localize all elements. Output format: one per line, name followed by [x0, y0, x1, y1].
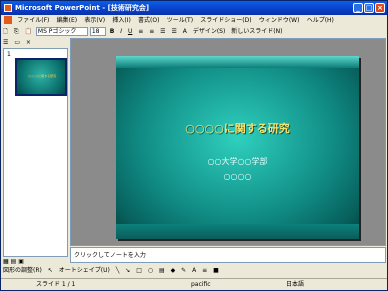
line-icon[interactable]: ╲	[116, 265, 120, 276]
view-buttons: ▦ ▤ ▣	[3, 258, 68, 265]
close-button[interactable]: ×	[375, 3, 385, 13]
drawing-toolbar: 図形の調整(R) ↖ オートシェイプ(U) ╲ ↘ □ ○ ▤ ◆ ✎ A ≡ …	[1, 265, 387, 276]
text-color-icon[interactable]: A	[192, 265, 196, 276]
slide-thumbnail[interactable]: ○○○○に関する研究	[15, 58, 67, 96]
align-center-icon[interactable]: ≡	[149, 26, 154, 37]
slide-title[interactable]: ○○○○に関する研究	[116, 120, 359, 136]
slide-canvas[interactable]: ○○○○に関する研究 ○○大学○○学部 ○○○○	[116, 56, 359, 239]
menu-bar: ファイル(F) 編集(E) 表示(V) 挿入(I) 書式(O) ツール(T) ス…	[1, 15, 387, 26]
underline-button[interactable]: U	[128, 26, 132, 37]
menu-help[interactable]: ヘルプ(H)	[307, 17, 334, 24]
numbering-icon[interactable]: ☰	[171, 26, 176, 37]
pane-tabs: ☰ ▭ ×	[3, 38, 68, 48]
line-color-icon[interactable]: ✎	[181, 265, 186, 276]
thumbnail-title: ○○○○に関する研究	[27, 74, 57, 78]
outline-tab-icon[interactable]: ☰	[3, 39, 8, 46]
formatting-toolbar: 🗋 ⎘ 📋 MS Pゴシック 18 B I U ≡ ≡ ☰ ☰ A デザイン(S…	[1, 26, 387, 37]
sorter-view-icon[interactable]: ▤	[11, 258, 17, 265]
status-bar: スライド 1 / 1 pacific 日本語	[1, 278, 387, 290]
align-left-icon[interactable]: ≡	[138, 26, 143, 37]
menu-window[interactable]: ウィンドウ(W)	[259, 17, 300, 24]
textbox-icon[interactable]: ▤	[159, 265, 165, 276]
font-color-icon[interactable]: A	[183, 26, 187, 37]
oval-icon[interactable]: ○	[148, 265, 153, 276]
powerpoint-window: Microsoft PowerPoint - [技術研究会] _ □ × ファイ…	[0, 0, 388, 291]
maximize-button[interactable]: □	[364, 3, 374, 13]
shadow-icon[interactable]: ■	[213, 265, 219, 276]
select-arrow-icon[interactable]: ↖	[48, 265, 53, 276]
thumbnail-number: 1	[7, 51, 11, 58]
slide-bottom-band	[116, 224, 359, 239]
paste-icon[interactable]: 📋	[24, 26, 31, 37]
slide-subtitle-line2[interactable]: ○○○○	[116, 172, 359, 181]
status-slide-count: スライド 1 / 1	[36, 281, 76, 288]
arrow-icon[interactable]: ↘	[125, 265, 130, 276]
copy-icon[interactable]: ⎘	[14, 26, 19, 37]
close-pane-icon[interactable]: ×	[26, 39, 31, 46]
title-bar: Microsoft PowerPoint - [技術研究会] _ □ ×	[1, 1, 387, 15]
draw-menu[interactable]: 図形の調整(R)	[3, 265, 42, 276]
menu-edit[interactable]: 編集(E)	[57, 17, 77, 24]
bullets-icon[interactable]: ☰	[160, 26, 165, 37]
rectangle-icon[interactable]: □	[136, 265, 142, 276]
status-language: 日本語	[286, 281, 305, 288]
new-slide-button[interactable]: 新しいスライド(N)	[231, 26, 282, 37]
minimize-button[interactable]: _	[353, 3, 363, 13]
normal-view-icon[interactable]: ▦	[3, 258, 9, 265]
italic-button[interactable]: I	[120, 26, 122, 37]
menu-slideshow[interactable]: スライドショー(D)	[200, 17, 251, 24]
slideshow-view-icon[interactable]: ▣	[18, 258, 24, 265]
new-icon[interactable]: 🗋	[3, 26, 8, 37]
autoshape-menu[interactable]: オートシェイプ(U)	[59, 265, 110, 276]
font-name-box[interactable]: MS Pゴシック	[35, 27, 88, 36]
design-button[interactable]: デザイン(S)	[193, 26, 226, 37]
menu-view[interactable]: 表示(V)	[84, 17, 105, 24]
menu-file[interactable]: ファイル(F)	[17, 17, 49, 24]
slide-top-band	[116, 56, 359, 68]
menu-tools[interactable]: ツール(T)	[167, 17, 193, 24]
line-style-icon[interactable]: ≡	[202, 265, 207, 276]
notes-pane[interactable]: クリックしてノートを入力	[70, 247, 386, 263]
document-icon[interactable]	[4, 16, 12, 24]
font-size-box[interactable]: 18	[89, 27, 106, 36]
menu-insert[interactable]: 挿入(I)	[112, 17, 130, 24]
slide-subtitle-line1[interactable]: ○○大学○○学部	[116, 156, 359, 167]
slides-tab-icon[interactable]: ▭	[14, 39, 20, 46]
status-design-name: pacific	[191, 281, 211, 288]
bold-button[interactable]: B	[110, 26, 115, 37]
window-title: Microsoft PowerPoint - [技術研究会]	[15, 4, 150, 12]
fill-color-icon[interactable]: ◆	[171, 265, 176, 276]
menu-format[interactable]: 書式(O)	[138, 17, 159, 24]
powerpoint-icon[interactable]	[4, 4, 12, 12]
